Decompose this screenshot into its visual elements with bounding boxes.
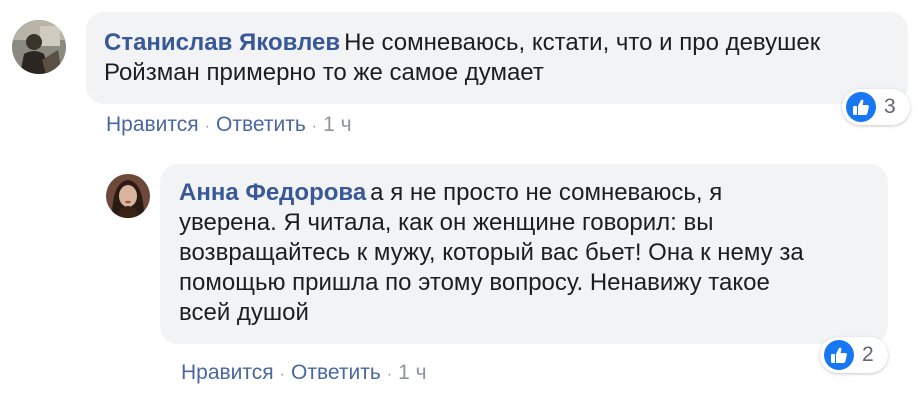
like-link[interactable]: Нравится [181, 361, 274, 384]
avatar[interactable] [12, 20, 66, 74]
like-thumb-icon [824, 340, 854, 370]
comment-time[interactable]: 1 ч [398, 361, 426, 384]
comment-author[interactable]: Станислав Яковлев [104, 29, 340, 56]
user-avatar-photo-icon [106, 174, 150, 218]
comment-text-line: Не сомневаюсь, кстати, что и про девушек [344, 29, 821, 56]
comment-bubble: Станислав Яковлев Не сомневаюсь, кстати, … [86, 12, 908, 104]
reaction-count: 3 [884, 95, 896, 118]
comment-author[interactable]: Анна Федорова [179, 179, 366, 206]
reaction-count-badge[interactable]: 2 [820, 337, 888, 373]
comment-text-line: а я не просто не сомневаюсь, я [370, 179, 723, 206]
separator-dot: · [386, 366, 393, 383]
comment-actions: Нравится · Ответить · 1 ч [106, 112, 352, 140]
comment-text: Станислав Яковлев Не сомневаюсь, кстати, … [104, 28, 888, 88]
comment-text: Анна Федорова а я не просто не сомневаюсь… [179, 178, 868, 328]
reply-link[interactable]: Ответить [291, 361, 381, 384]
comment-text-line: уверена. Я читала, как он женщине говори… [179, 209, 714, 236]
comment-text-line: возвращайтесь к мужу, который вас бьет! … [179, 239, 804, 266]
separator-dot: · [311, 118, 318, 135]
comment-text-line: Ройзман примерно то же самое думает [104, 59, 544, 86]
reply-link[interactable]: Ответить [216, 113, 306, 136]
comment-text-line: помощью пришла по этому вопросу. Ненавиж… [179, 269, 770, 296]
like-thumb-icon [846, 92, 876, 122]
reaction-count: 2 [862, 343, 874, 366]
like-link[interactable]: Нравится [106, 113, 199, 136]
comment-time[interactable]: 1 ч [323, 113, 351, 136]
comment-actions: Нравится · Ответить · 1 ч [181, 360, 427, 388]
reaction-count-badge[interactable]: 3 [842, 89, 910, 125]
avatar[interactable] [106, 174, 150, 218]
comment-text-line: всей душой [179, 299, 309, 326]
separator-dot: · [204, 118, 210, 135]
separator-dot: · [279, 366, 285, 383]
user-avatar-photo-icon [12, 20, 66, 74]
comment-bubble: Анна Федорова а я не просто не сомневаюсь… [160, 164, 888, 344]
